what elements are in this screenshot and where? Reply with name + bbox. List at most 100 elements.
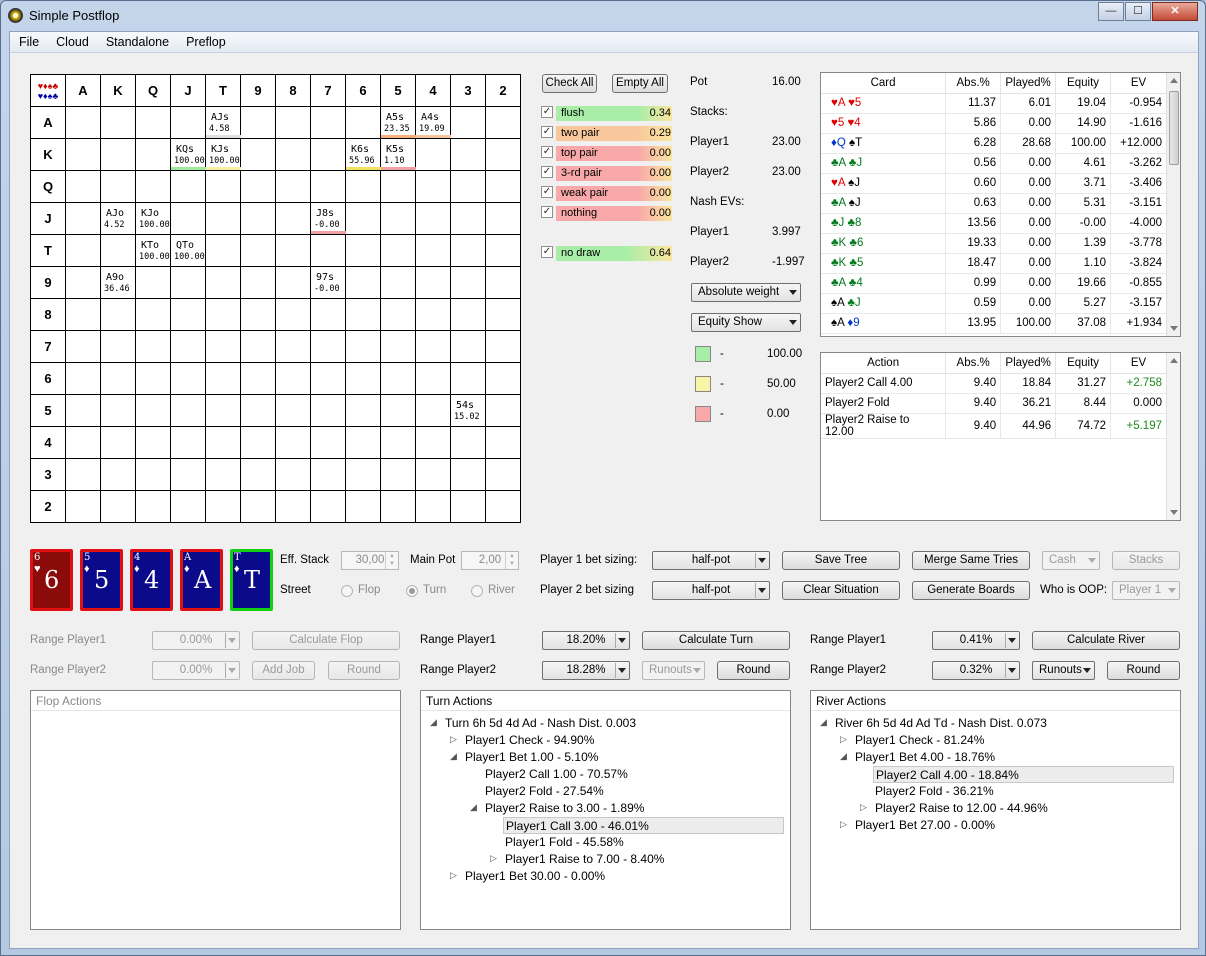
tree-node[interactable]: Player2 Fold - 27.54% bbox=[483, 783, 604, 800]
grid-cell[interactable] bbox=[170, 490, 206, 523]
grid-cell[interactable] bbox=[135, 298, 171, 331]
grid-row-header[interactable]: T bbox=[30, 234, 66, 267]
menu-standalone[interactable]: Standalone bbox=[97, 32, 177, 49]
grid-row-header[interactable]: A bbox=[30, 106, 66, 139]
grid-cell[interactable] bbox=[345, 106, 381, 139]
grid-cell[interactable]: K5s 1.10 bbox=[380, 138, 416, 171]
grid-cell[interactable] bbox=[415, 394, 451, 427]
grid-cell[interactable] bbox=[450, 106, 486, 139]
grid-cell[interactable] bbox=[170, 266, 206, 299]
grid-cell[interactable] bbox=[170, 426, 206, 459]
grid-cell[interactable]: KTo 100.00 bbox=[135, 234, 171, 267]
grid-col-header[interactable]: 6 bbox=[345, 74, 381, 107]
grid-cell[interactable] bbox=[310, 330, 346, 363]
grid-cell[interactable] bbox=[65, 266, 101, 299]
grid-cell[interactable] bbox=[345, 490, 381, 523]
grid-row-header[interactable]: 9 bbox=[30, 266, 66, 299]
card-table-row[interactable]: ♣K ♣5 18.47 0.00 1.10 -3.824 bbox=[821, 253, 1167, 274]
grid-cell[interactable] bbox=[240, 426, 276, 459]
river-round-button[interactable]: Round bbox=[1107, 661, 1180, 680]
grid-cell[interactable] bbox=[485, 330, 521, 363]
grid-cell[interactable] bbox=[170, 330, 206, 363]
grid-cell[interactable] bbox=[135, 458, 171, 491]
grid-cell[interactable] bbox=[170, 202, 206, 235]
action-table-scrollbar[interactable] bbox=[1166, 353, 1180, 520]
filter-checkbox[interactable]: ✓ bbox=[541, 166, 553, 178]
grid-cell[interactable] bbox=[275, 138, 311, 171]
grid-cell[interactable] bbox=[485, 234, 521, 267]
grid-cell[interactable] bbox=[450, 170, 486, 203]
grid-cell[interactable] bbox=[170, 362, 206, 395]
grid-cell[interactable] bbox=[345, 298, 381, 331]
grid-cell[interactable] bbox=[100, 170, 136, 203]
grid-cell[interactable] bbox=[240, 490, 276, 523]
grid-cell[interactable] bbox=[135, 394, 171, 427]
grid-cell[interactable] bbox=[450, 330, 486, 363]
grid-cell[interactable] bbox=[450, 202, 486, 235]
grid-cell[interactable] bbox=[275, 298, 311, 331]
collapsed-arrow-icon[interactable]: ▷ bbox=[450, 734, 457, 745]
grid-col-header[interactable]: J bbox=[170, 74, 206, 107]
oop-select[interactable]: Player 1 bbox=[1112, 581, 1180, 600]
grid-cell[interactable] bbox=[380, 234, 416, 267]
filter-flush[interactable]: flush 0.34 bbox=[556, 106, 672, 121]
filter-checkbox[interactable]: ✓ bbox=[541, 126, 553, 138]
card-table-row[interactable]: ♠A ♦9 13.95 100.00 37.08 +1.934 bbox=[821, 313, 1167, 334]
expanded-arrow-icon[interactable]: ◢ bbox=[840, 751, 847, 762]
tree-node[interactable]: Player1 Bet 30.00 - 0.00% bbox=[463, 868, 605, 885]
grid-cell[interactable] bbox=[485, 394, 521, 427]
grid-row-header[interactable]: 4 bbox=[30, 426, 66, 459]
filter-top-pair[interactable]: top pair 0.00 bbox=[556, 146, 672, 161]
grid-cell[interactable] bbox=[380, 170, 416, 203]
check-all-button[interactable]: Check All bbox=[542, 74, 597, 93]
scroll-up-icon[interactable] bbox=[1170, 358, 1178, 363]
suit-corner[interactable]: ♥♦♠♣ ♥♦♠♣ bbox=[30, 74, 66, 107]
grid-col-header[interactable]: A bbox=[65, 74, 101, 107]
grid-col-header[interactable]: T bbox=[205, 74, 241, 107]
tree-node[interactable]: Turn 6h 5d 4d Ad - Nash Dist. 0.003 bbox=[443, 715, 636, 732]
tree-node[interactable]: Player2 Call 1.00 - 70.57% bbox=[483, 766, 628, 783]
grid-cell[interactable] bbox=[380, 298, 416, 331]
flop-range-p1-select[interactable]: 0.00% bbox=[152, 631, 240, 650]
grid-cell[interactable]: K6s 55.96 bbox=[345, 138, 381, 171]
clear-situation-button[interactable]: Clear Situation bbox=[782, 581, 900, 600]
grid-cell[interactable] bbox=[275, 202, 311, 235]
grid-cell[interactable] bbox=[310, 490, 346, 523]
spinner-arrows-icon[interactable]: ▲ ▼ bbox=[505, 552, 518, 569]
grid-cell[interactable] bbox=[100, 330, 136, 363]
range-grid[interactable]: ♥♦♠♣ ♥♦♠♣ A K Q J T 9 8 7 6 5 4 3 2 A AJs 4.58 A5s 23.35 A4s… bbox=[30, 74, 521, 523]
river-range-p1-select[interactable]: 0.41% bbox=[932, 631, 1020, 650]
grid-cell[interactable] bbox=[415, 266, 451, 299]
grid-col-header[interactable]: Q bbox=[135, 74, 171, 107]
grid-cell[interactable] bbox=[205, 234, 241, 267]
card-table-row[interactable]: ♣K ♣6 19.33 0.00 1.39 -3.778 bbox=[821, 233, 1167, 254]
grid-cell[interactable] bbox=[205, 170, 241, 203]
equity-select[interactable]: Equity Show bbox=[691, 313, 801, 332]
grid-cell[interactable] bbox=[485, 458, 521, 491]
grid-cell[interactable] bbox=[485, 138, 521, 171]
board-card[interactable]: 4 ♦ 4 bbox=[130, 549, 173, 611]
grid-col-header[interactable]: 8 bbox=[275, 74, 311, 107]
street-flop-radio[interactable] bbox=[341, 585, 353, 597]
action-table-row[interactable]: Player2 Call 4.00 9.40 18.84 31.27 +2.758 bbox=[821, 373, 1167, 394]
grid-row-header[interactable]: 5 bbox=[30, 394, 66, 427]
grid-cell[interactable] bbox=[65, 362, 101, 395]
expanded-arrow-icon[interactable]: ◢ bbox=[450, 751, 457, 762]
card-table-row[interactable]: ♠A ♣J 0.59 0.00 5.27 -3.157 bbox=[821, 293, 1167, 314]
grid-cell[interactable] bbox=[310, 362, 346, 395]
grid-cell[interactable] bbox=[240, 458, 276, 491]
close-button[interactable]: ✕ bbox=[1152, 2, 1198, 21]
grid-cell[interactable] bbox=[100, 106, 136, 139]
draw-checkbox[interactable]: ✓ bbox=[541, 246, 553, 258]
card-table-header[interactable]: Card bbox=[821, 73, 947, 94]
grid-cell[interactable] bbox=[170, 106, 206, 139]
action-table-header[interactable]: Played% bbox=[1000, 353, 1057, 374]
card-table-header[interactable]: Abs.% bbox=[945, 73, 1002, 94]
card-table-row[interactable]: ♥A ♠J 0.60 0.00 3.71 -3.406 bbox=[821, 173, 1167, 194]
minimize-button[interactable]: — bbox=[1098, 2, 1124, 21]
filter-nothing[interactable]: nothing 0.00 bbox=[556, 206, 672, 221]
grid-cell[interactable] bbox=[65, 490, 101, 523]
grid-cell[interactable]: A5s 23.35 bbox=[380, 106, 416, 139]
river-actions-panel[interactable]: River Actions ◢ River 6h 5d 4d Ad Td - Na… bbox=[810, 690, 1181, 930]
grid-cell[interactable] bbox=[310, 138, 346, 171]
